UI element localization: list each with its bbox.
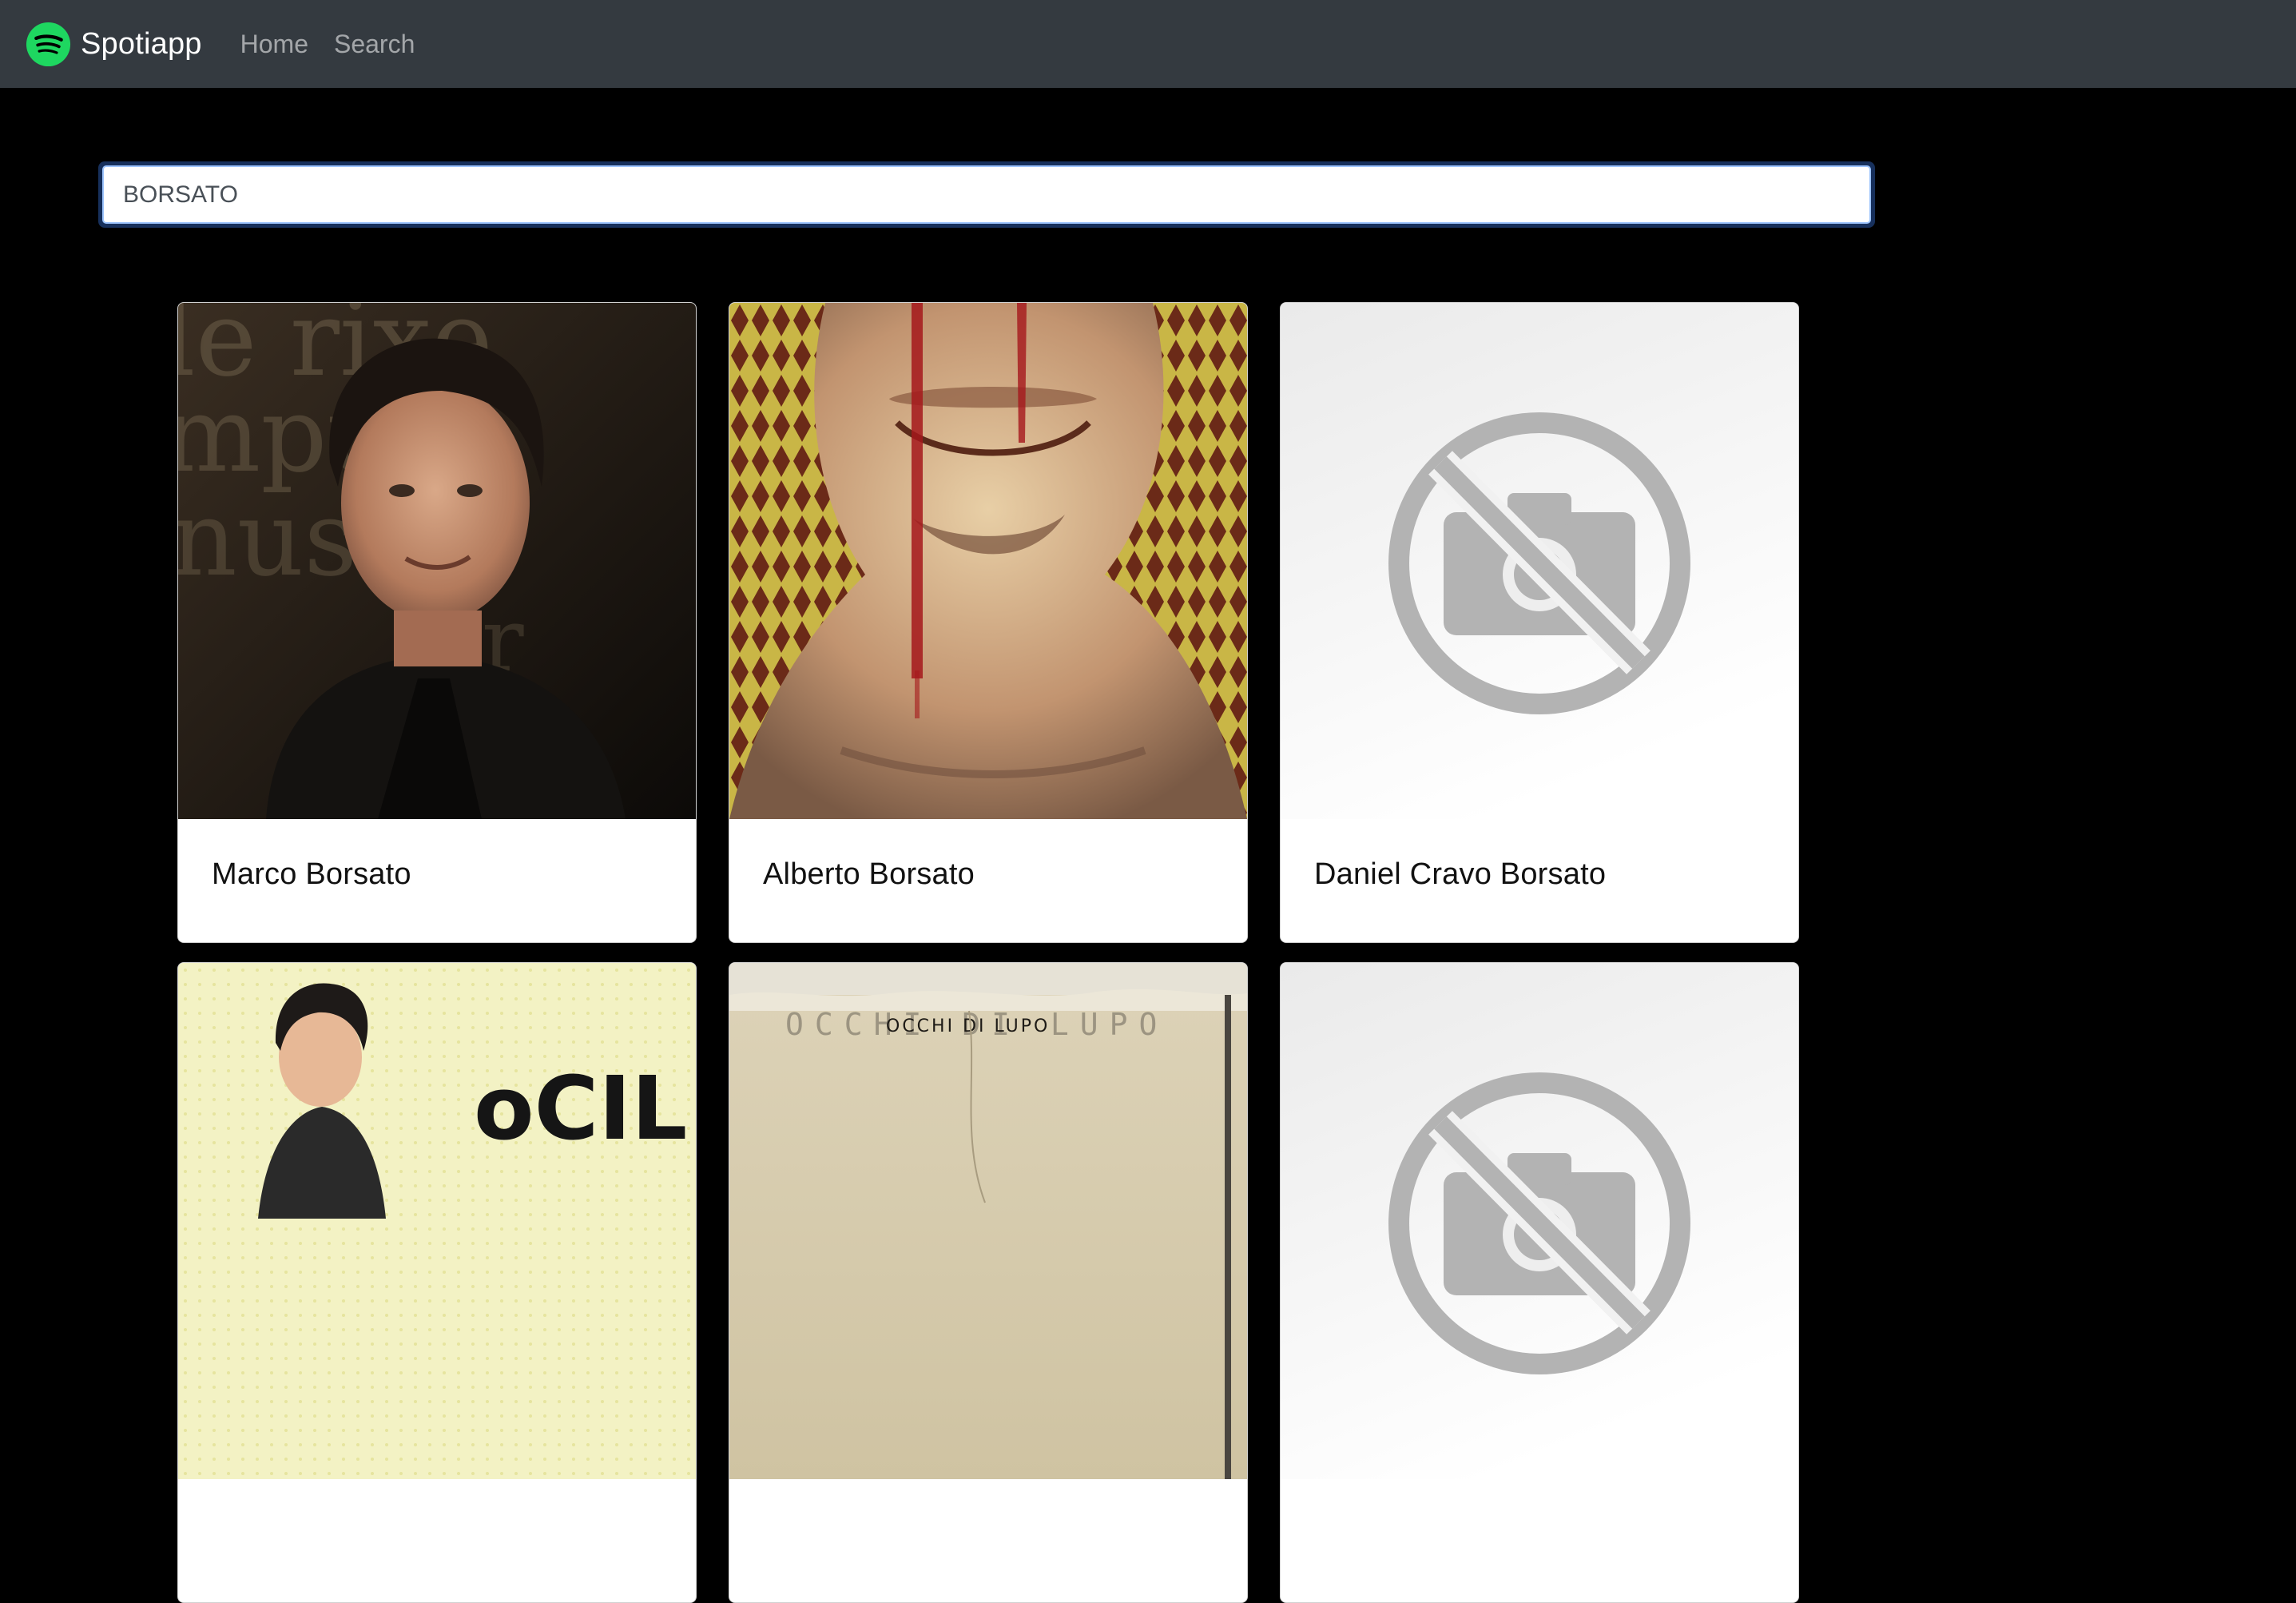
spotify-logo-icon xyxy=(26,22,71,66)
card-body: Daniel Cravo Borsato xyxy=(1281,819,1798,942)
artist-card[interactable]: Daniel Cravo Borsato xyxy=(1280,302,1799,943)
artist-card[interactable]: OCCHI DI LUPO OCCHI DI LUPO xyxy=(729,962,1248,1603)
artist-card[interactable]: oCIL xyxy=(177,962,697,1603)
search-input[interactable] xyxy=(102,165,1871,224)
album-title-text: OCCHI DI LUPO xyxy=(886,1016,1050,1036)
artist-name: Marco Borsato xyxy=(212,857,411,891)
artist-photo-marco: le rixe mpur nus le r xyxy=(178,303,696,819)
nav-link-home[interactable]: Home xyxy=(240,30,308,59)
artist-card[interactable]: le rixe mpur nus le r Marco Borsato xyxy=(177,302,697,943)
card-body xyxy=(1281,1479,1798,1602)
album-artwork: OCCHI DI LUPO OCCHI DI LUPO xyxy=(729,963,1247,1479)
brand-name: Spotiapp xyxy=(81,26,202,61)
card-body xyxy=(178,1479,696,1602)
no-image-icon xyxy=(1281,303,1798,819)
artist-artwork-alberto xyxy=(729,303,1247,819)
artist-image xyxy=(729,303,1247,819)
artist-image: le rixe mpur nus le r xyxy=(178,303,696,819)
svg-text:oCIL: oCIL xyxy=(474,1057,687,1159)
nav-link-search[interactable]: Search xyxy=(334,30,415,59)
artist-name: Daniel Cravo Borsato xyxy=(1314,857,1607,891)
artist-name: Alberto Borsato xyxy=(763,857,975,891)
artist-image xyxy=(1281,963,1798,1479)
nav-links: Home Search xyxy=(240,30,441,59)
search-focus-ring xyxy=(98,161,1875,228)
artist-photo: oCIL xyxy=(178,963,696,1479)
card-body: Alberto Borsato xyxy=(729,819,1247,942)
card-body: Marco Borsato xyxy=(178,819,696,942)
artist-image xyxy=(1281,303,1798,819)
brand-link[interactable]: Spotiapp xyxy=(26,22,202,67)
artist-card[interactable] xyxy=(1280,962,1799,1603)
navbar: Spotiapp Home Search xyxy=(0,0,2296,88)
no-image-icon xyxy=(1281,963,1798,1479)
artist-image: OCCHI DI LUPO OCCHI DI LUPO xyxy=(729,963,1247,1479)
artist-image: oCIL xyxy=(178,963,696,1479)
artist-card[interactable]: Alberto Borsato xyxy=(729,302,1248,943)
card-body xyxy=(729,1479,1247,1602)
